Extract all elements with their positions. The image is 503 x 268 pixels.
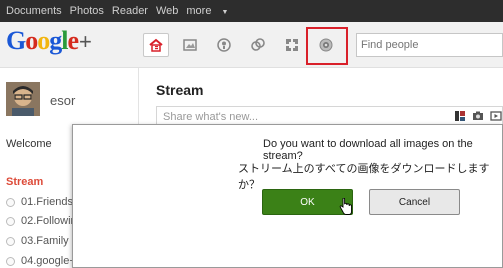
video-icon[interactable] <box>490 110 502 122</box>
photos-tool-button[interactable] <box>177 33 203 57</box>
circle-dot-icon <box>6 236 15 246</box>
top-nav-bar: Documents Photos Reader Web more ▼ <box>0 0 503 22</box>
dialog-question-japanese: ストリーム上のすべての画像をダウンロードしますか？ <box>238 162 490 191</box>
circle-dot-icon <box>6 197 15 207</box>
share-placeholder: Share what's new... <box>163 111 259 123</box>
top-nav-links: Documents Photos Reader Web more ▼ <box>6 0 244 22</box>
search-input[interactable] <box>357 34 502 56</box>
circle-dot-icon <box>6 216 15 226</box>
circle-item-label: 04.google+ <box>21 255 76 267</box>
cancel-button[interactable]: Cancel <box>369 189 460 215</box>
nav-link-web[interactable]: Web <box>156 5 178 17</box>
nav-link-documents[interactable]: Documents <box>6 5 62 17</box>
page-title: Stream <box>156 82 204 98</box>
sidebar-circle-item[interactable]: 03.Family <box>6 235 69 247</box>
circle-item-label: 01.Friends <box>21 196 73 208</box>
download-confirm-dialog: Do you want to download all images on th… <box>72 124 503 268</box>
nav-link-photos[interactable]: Photos <box>70 5 104 17</box>
circle-dot-icon <box>6 256 15 266</box>
profile-tool-button[interactable] <box>211 33 237 57</box>
circles-icon <box>251 38 265 51</box>
home-tool-button[interactable] <box>143 33 169 57</box>
sidebar-stream-link[interactable]: Stream <box>6 176 43 188</box>
nav-link-more-label: more <box>186 5 212 17</box>
hand-cursor-icon <box>339 198 352 215</box>
circle-item-label: 03.Family <box>21 235 69 247</box>
photos-icon <box>183 39 197 51</box>
link-icon[interactable] <box>454 110 466 122</box>
share-icons <box>454 110 502 122</box>
dialog-question-english: Do you want to download all images on th… <box>263 138 473 162</box>
chevron-down-icon: ▼ <box>221 9 229 16</box>
avatar[interactable] <box>6 82 40 116</box>
find-people-search[interactable] <box>356 33 503 57</box>
camera-icon[interactable] <box>472 110 484 122</box>
home-icon <box>149 38 163 52</box>
games-icon <box>286 39 298 51</box>
sidebar-circle-item[interactable]: 04.google+ <box>6 255 76 267</box>
profile-icon <box>217 38 231 52</box>
nav-link-more[interactable]: more ▼ <box>186 5 236 17</box>
highlight-box <box>306 27 348 65</box>
nav-link-reader[interactable]: Reader <box>112 5 148 17</box>
google-plus-logo[interactable]: Google+ <box>6 26 92 56</box>
profile-name[interactable]: esor <box>50 93 75 108</box>
sidebar-circle-item[interactable]: 01.Friends <box>6 196 73 208</box>
avatar-image <box>6 82 40 116</box>
welcome-link[interactable]: Welcome <box>6 138 52 150</box>
circles-tool-button[interactable] <box>245 33 271 57</box>
games-tool-button[interactable] <box>279 33 305 57</box>
